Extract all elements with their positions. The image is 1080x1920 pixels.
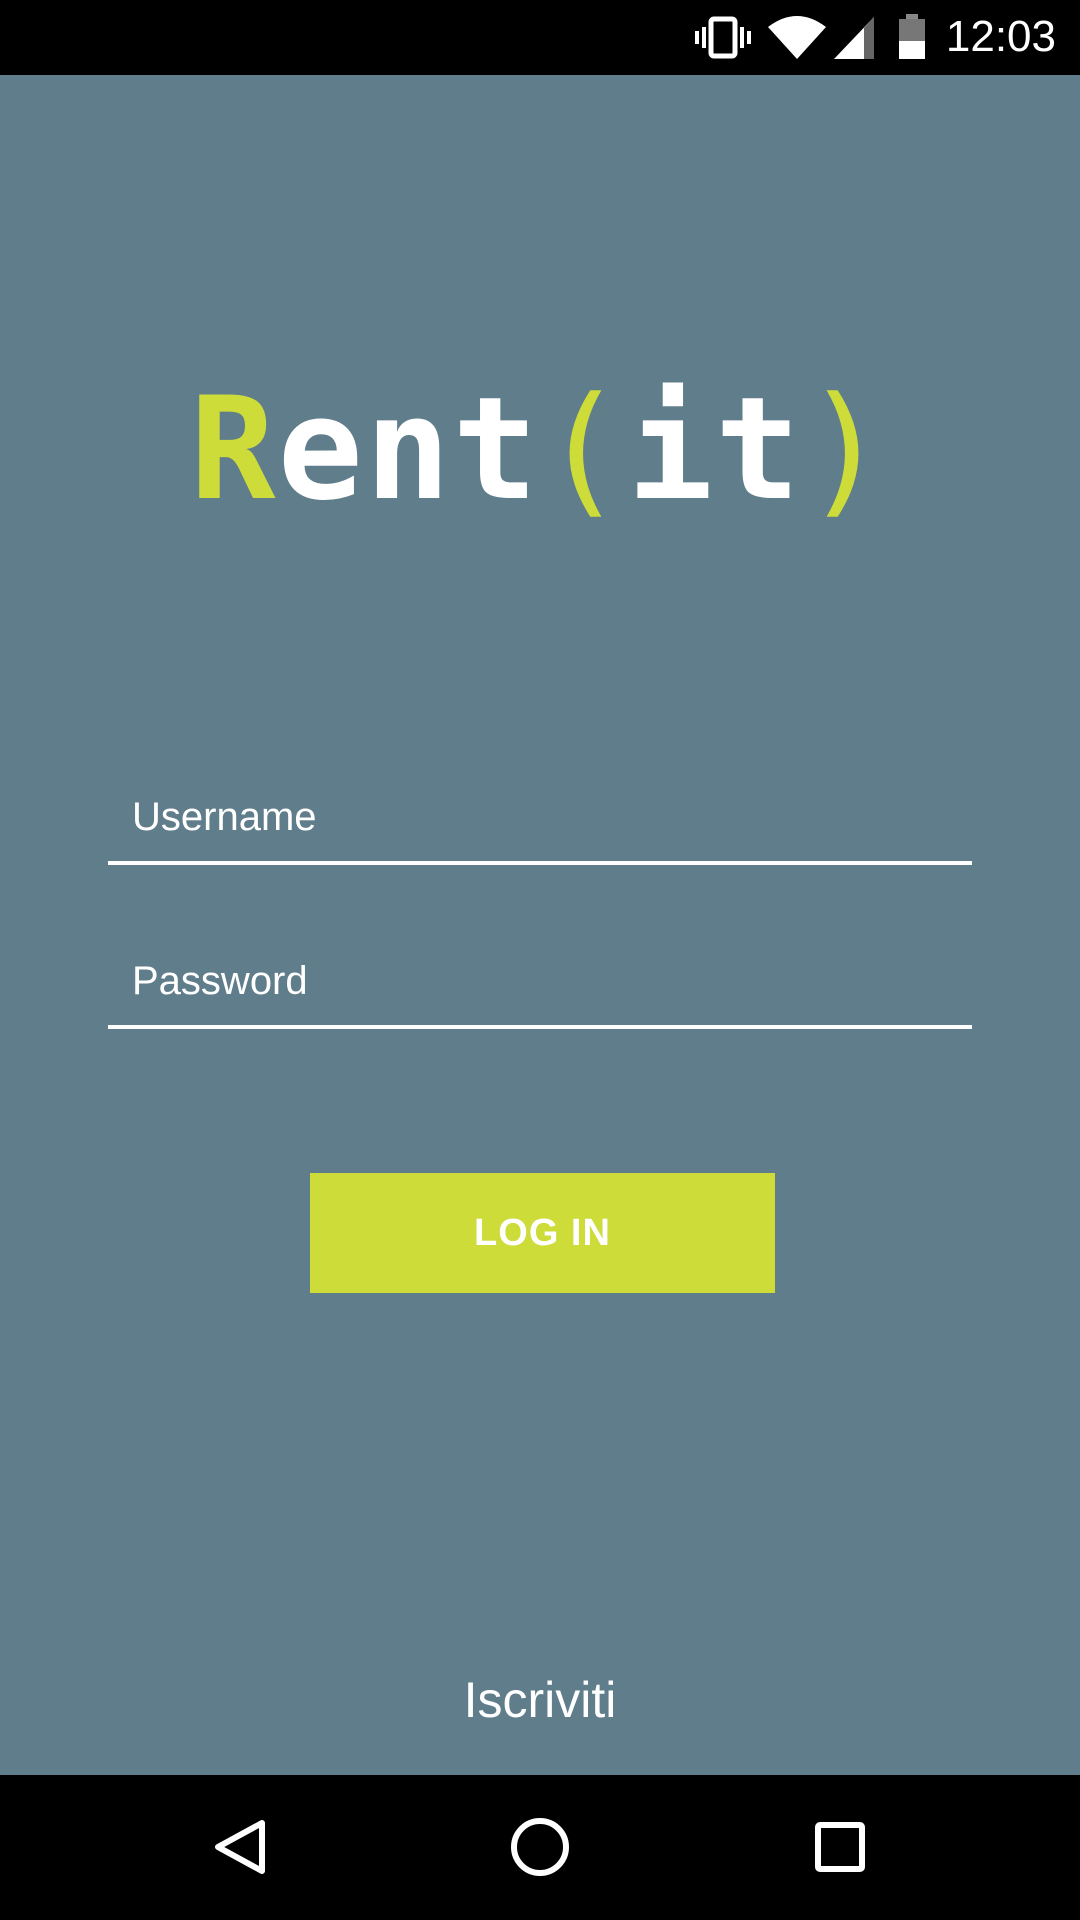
recents-icon <box>780 1795 900 1900</box>
home-icon <box>480 1795 600 1900</box>
signup-link[interactable]: Iscriviti <box>0 1665 1080 1735</box>
logo-letter-r: R <box>190 367 278 532</box>
login-button[interactable]: LOG IN <box>310 1173 775 1293</box>
vibrate-icon <box>694 0 752 75</box>
back-button[interactable] <box>180 1795 300 1900</box>
recents-button[interactable] <box>780 1795 900 1900</box>
logo-bracket-open: ( <box>540 367 628 532</box>
password-underline <box>108 1025 972 1029</box>
cell-signal-icon <box>832 0 876 75</box>
password-input[interactable] <box>108 939 972 1023</box>
username-underline <box>108 861 972 865</box>
logo-text-it: it <box>627 367 803 532</box>
logo-bracket-close: ) <box>802 367 890 532</box>
status-bar: 12:03 <box>0 0 1080 75</box>
username-field <box>108 775 972 865</box>
logo-text-ent: ent <box>277 367 540 532</box>
login-content: Rent(it) LOG IN Iscriviti <box>0 75 1080 1775</box>
status-time: 12:03 <box>945 12 1056 61</box>
app-logo: Rent(it) <box>0 365 1080 535</box>
username-input[interactable] <box>108 775 972 859</box>
login-screen: 12:03 Rent(it) LOG IN Iscriviti <box>0 0 1080 1920</box>
home-button[interactable] <box>480 1795 600 1900</box>
battery-icon <box>896 0 928 75</box>
password-field <box>108 939 972 1029</box>
back-icon <box>180 1795 300 1900</box>
navigation-bar <box>0 1775 1080 1920</box>
wifi-icon <box>766 0 828 75</box>
